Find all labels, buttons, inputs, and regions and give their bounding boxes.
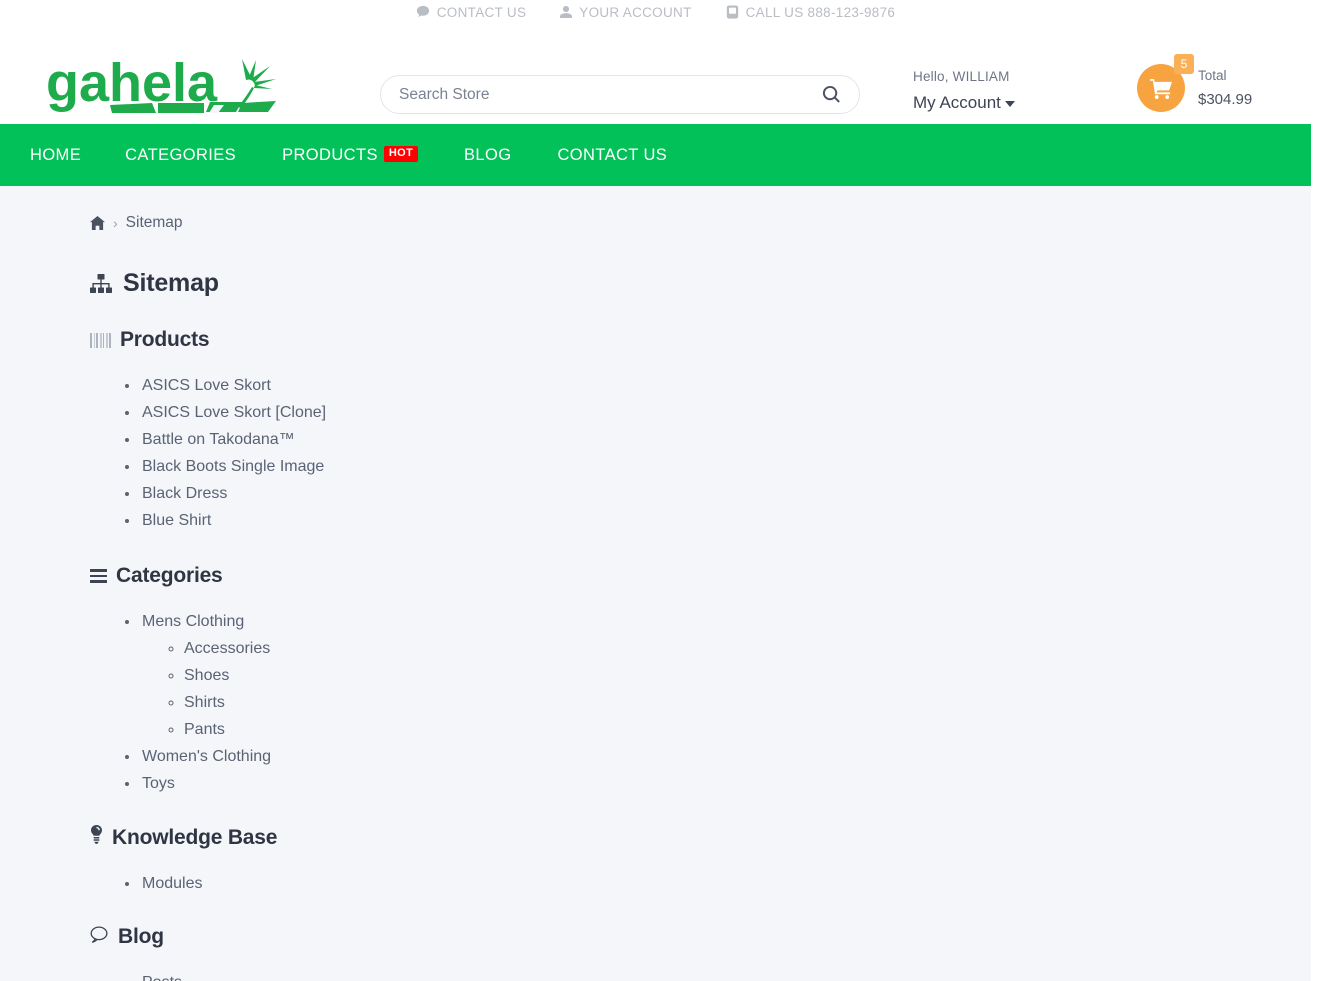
section-title-text: Blog xyxy=(118,925,164,948)
section-title-categories: Categories xyxy=(90,564,1311,588)
barcode-icon xyxy=(90,332,111,348)
category-link[interactable]: Mens Clothing xyxy=(142,613,244,630)
subcategory-link[interactable]: Shoes xyxy=(184,667,229,684)
breadcrumb: › Sitemap xyxy=(0,186,1311,232)
nav-item-label: HOME xyxy=(30,145,82,164)
topbar-contact-us-link[interactable]: CONTACT US xyxy=(416,5,527,20)
product-link[interactable]: Black Boots Single Image xyxy=(142,458,324,475)
topbar-item-label: CONTACT US xyxy=(436,4,527,20)
section-title-text: Knowledge Base xyxy=(112,825,278,849)
product-link[interactable]: Blue Shirt xyxy=(142,512,211,529)
search-form xyxy=(380,75,860,114)
cart-total-label: Total xyxy=(1198,68,1227,84)
lightbulb-icon xyxy=(90,825,103,850)
nav-item-label: CATEGORIES xyxy=(125,145,237,164)
comment-icon xyxy=(416,5,430,19)
list-item[interactable]: Modules xyxy=(140,870,1311,897)
comment-bubble-icon xyxy=(90,925,109,949)
page-root: CONTACT US YOUR ACCOUNT CALL US 888-123-… xyxy=(0,0,1311,981)
topbar-call-us-link[interactable]: CALL US 888-123-9876 xyxy=(726,5,896,20)
section-title-text: Products xyxy=(120,328,210,351)
cart-button[interactable]: 5 xyxy=(1137,54,1194,112)
categories-list: Mens Clothing Accessories Shoes Shirts P… xyxy=(130,608,1311,797)
my-account-label: My Account xyxy=(913,92,1001,112)
nav-item-blog[interactable]: BLOG xyxy=(464,146,535,165)
cart-summary[interactable]: 5 Total $304.99 xyxy=(1137,54,1252,112)
subcategory-link[interactable]: Pants xyxy=(184,721,225,738)
caret-down-icon xyxy=(1004,100,1015,107)
list-item[interactable]: Posts xyxy=(140,969,1311,981)
site-logo[interactable]: gahela xyxy=(46,55,298,117)
blog-list: Posts xyxy=(130,969,1311,981)
breadcrumb-home-link[interactable] xyxy=(90,216,105,230)
nav-item-products[interactable]: PRODUCTS HOT xyxy=(282,146,442,165)
list-item[interactable]: Toys xyxy=(140,770,1311,797)
knowledge-base-link[interactable]: Modules xyxy=(142,875,202,892)
hot-badge: HOT xyxy=(383,146,418,162)
breadcrumb-current: Sitemap xyxy=(125,214,183,231)
topbar-item-label: YOUR ACCOUNT xyxy=(579,4,692,20)
cart-item-count-badge: 5 xyxy=(1174,54,1194,74)
list-item[interactable]: Women's Clothing xyxy=(140,743,1311,770)
main-content: Sitemap Products ASICS Love Skort ASICS … xyxy=(0,269,1311,981)
topbar-item-label: CALL US 888-123-9876 xyxy=(745,4,896,20)
list-item[interactable]: ASICS Love Skort [Clone] xyxy=(140,399,1311,426)
cart-total-amount: $304.99 xyxy=(1198,90,1253,108)
my-account-dropdown[interactable]: My Account xyxy=(913,94,1015,111)
knowledge-base-list: Modules xyxy=(130,870,1311,897)
product-link[interactable]: ASICS Love Skort [Clone] xyxy=(142,404,326,421)
section-title-products: Products xyxy=(90,328,1311,352)
section-title-text: Categories xyxy=(116,564,223,587)
nav-item-label: CONTACT US xyxy=(557,145,668,164)
sitemap-icon xyxy=(90,273,112,294)
subcategories-list: Accessories Shoes Shirts Pants xyxy=(182,635,1311,743)
search-icon xyxy=(822,85,841,104)
phone-icon xyxy=(726,5,739,19)
nav-item-label: PRODUCTS xyxy=(282,145,378,164)
category-link[interactable]: Women's Clothing xyxy=(142,748,271,765)
home-icon xyxy=(90,216,105,230)
list-item[interactable]: Pants xyxy=(184,716,1311,743)
search-input[interactable] xyxy=(399,85,820,104)
user-icon xyxy=(560,5,573,19)
search-submit-button[interactable] xyxy=(820,85,843,104)
product-link[interactable]: ASICS Love Skort xyxy=(142,377,271,394)
list-item[interactable]: Accessories xyxy=(184,635,1311,662)
page-title: Sitemap xyxy=(90,269,1311,298)
products-list: ASICS Love Skort ASICS Love Skort [Clone… xyxy=(130,372,1311,534)
category-link[interactable]: Toys xyxy=(142,775,175,792)
list-item[interactable]: Battle on Takodana™ xyxy=(140,426,1311,453)
list-icon xyxy=(90,569,107,583)
account-menu[interactable]: Hello, WILLIAM My Account xyxy=(913,70,1015,111)
breadcrumb-separator: › xyxy=(113,215,118,231)
search-bar xyxy=(380,75,860,114)
account-greeting: Hello, WILLIAM xyxy=(913,69,1010,84)
main-navigation: HOME CATEGORIES PRODUCTS HOT BLOG CONTAC… xyxy=(0,124,1311,186)
subcategory-link[interactable]: Shirts xyxy=(184,694,225,711)
list-item[interactable]: Shoes xyxy=(184,662,1311,689)
list-item[interactable]: Black Boots Single Image xyxy=(140,453,1311,480)
list-item[interactable]: ASICS Love Skort xyxy=(140,372,1311,399)
topbar-your-account-link[interactable]: YOUR ACCOUNT xyxy=(560,5,691,20)
product-link[interactable]: Battle on Takodana™ xyxy=(142,431,295,448)
cart-total: Total $304.99 xyxy=(1198,69,1252,107)
section-title-blog: Blog xyxy=(90,925,1311,949)
list-item[interactable]: Black Dress xyxy=(140,480,1311,507)
list-item[interactable]: Blue Shirt xyxy=(140,507,1311,534)
logo-leaf xyxy=(238,59,276,108)
product-link[interactable]: Black Dress xyxy=(142,485,227,502)
top-utility-bar: CONTACT US YOUR ACCOUNT CALL US 888-123-… xyxy=(0,0,1311,22)
nav-item-home[interactable]: HOME xyxy=(30,146,105,165)
list-item[interactable]: Shirts xyxy=(184,689,1311,716)
section-title-knowledge-base: Knowledge Base xyxy=(90,825,1311,850)
nav-item-label: BLOG xyxy=(464,145,512,164)
site-header: gahela Search Store Hello, WILLIAM My Ac… xyxy=(0,22,1311,124)
subcategory-link[interactable]: Accessories xyxy=(184,640,270,657)
blog-link[interactable]: Posts xyxy=(142,974,182,981)
page-title-text: Sitemap xyxy=(123,269,219,297)
shopping-cart-icon xyxy=(1149,78,1173,99)
nav-item-contact-us[interactable]: CONTACT US xyxy=(557,146,691,165)
list-item[interactable]: Mens Clothing Accessories Shoes Shirts P… xyxy=(140,608,1311,743)
nav-item-categories[interactable]: CATEGORIES xyxy=(125,146,260,165)
